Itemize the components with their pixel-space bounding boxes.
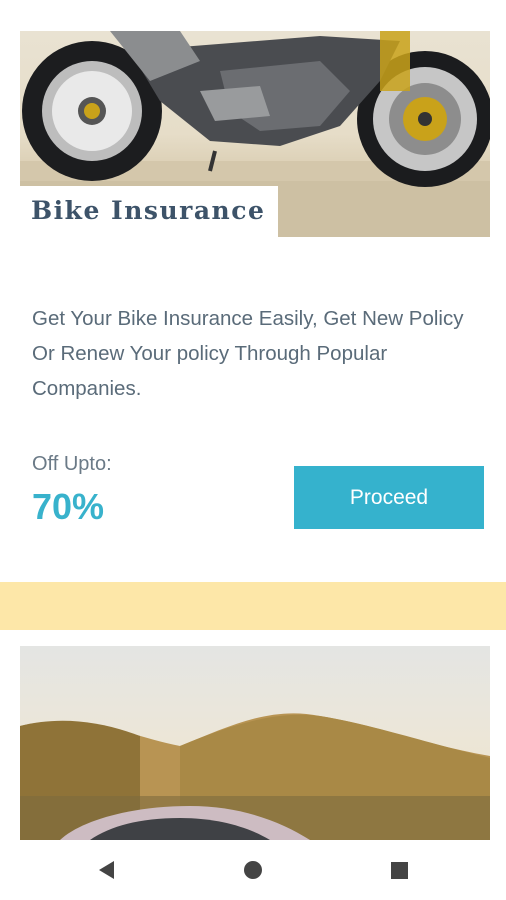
card-description: Get Your Bike Insurance Easily, Get New … [32, 307, 464, 400]
car-image [20, 646, 490, 840]
section-divider [0, 582, 506, 630]
card-title: Bike Insurance [31, 196, 266, 225]
recent-apps-button[interactable] [369, 840, 429, 900]
off-label: Off Upto: [32, 453, 112, 475]
home-button[interactable] [223, 840, 283, 900]
off-value: 70% [32, 486, 105, 527]
proceed-button[interactable]: Proceed [294, 466, 484, 529]
recent-square-icon [390, 861, 408, 879]
back-button[interactable] [76, 840, 136, 900]
system-nav-bar [0, 840, 506, 900]
back-triangle-icon [98, 861, 114, 879]
home-circle-icon [244, 861, 262, 879]
